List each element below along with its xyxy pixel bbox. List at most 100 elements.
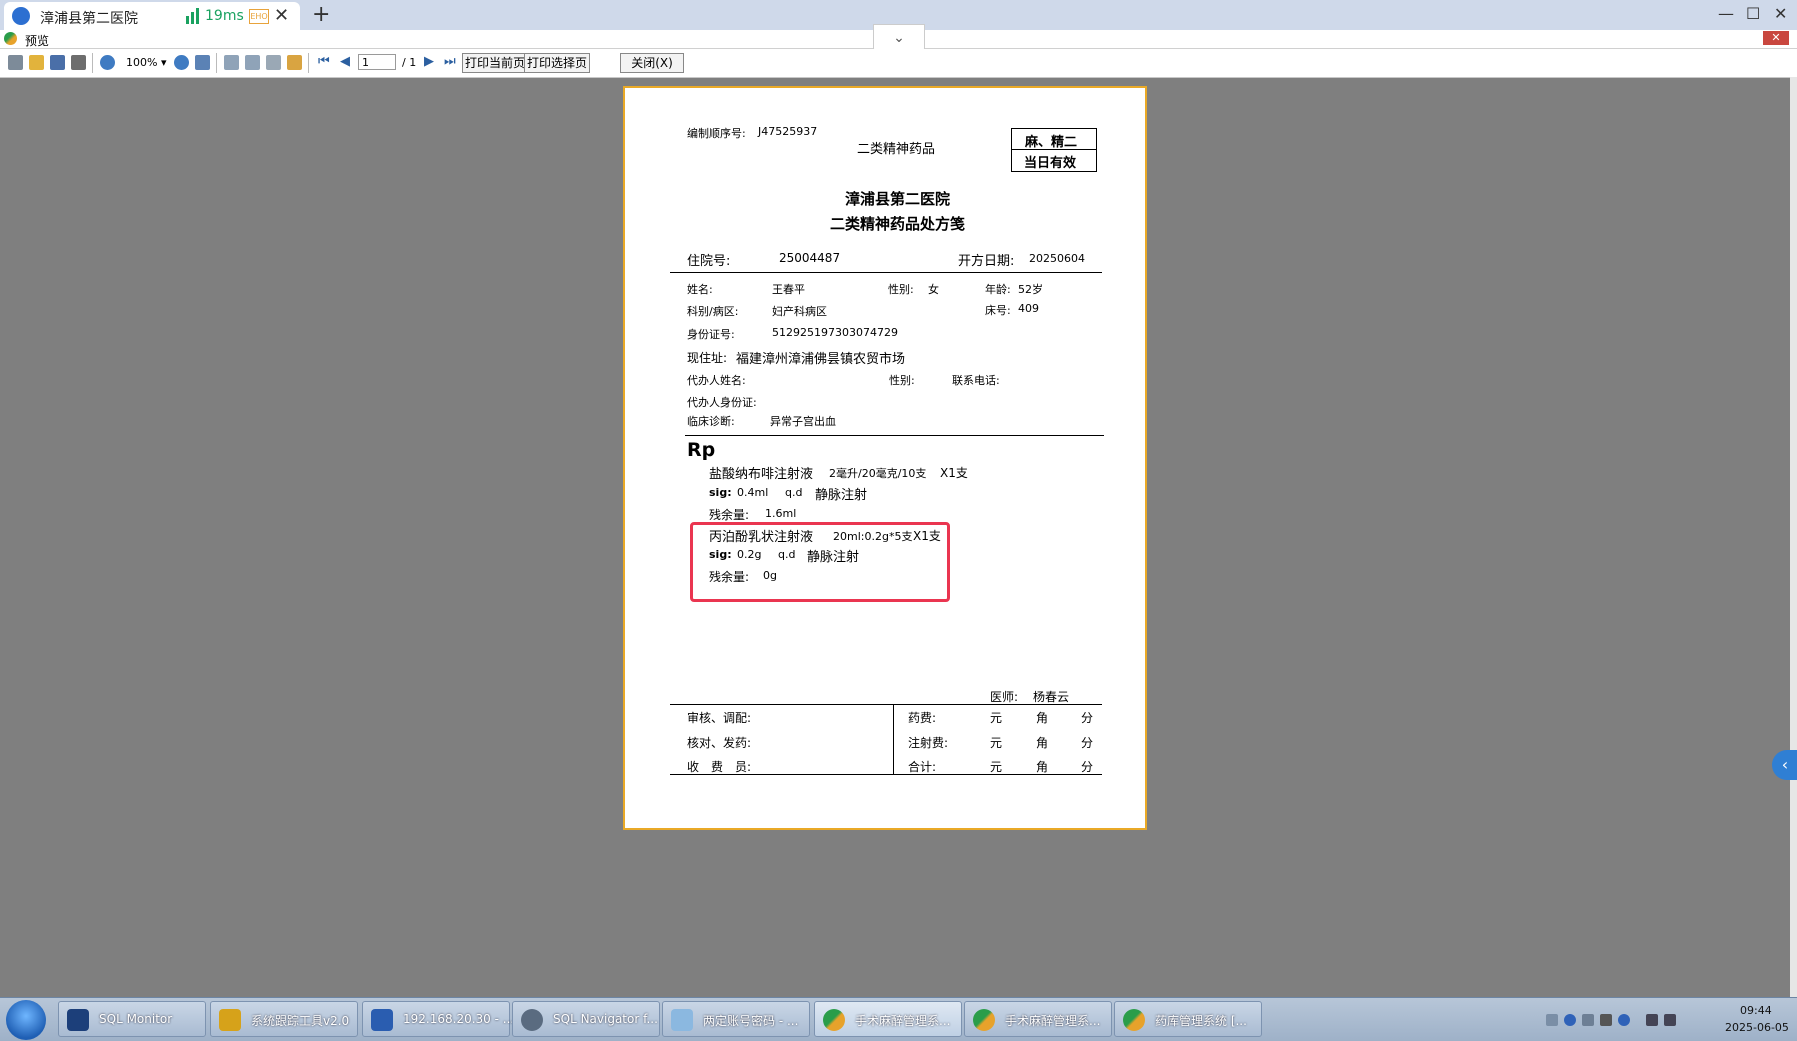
injection-fee-label: 注射费: — [908, 736, 949, 750]
bed-label: 床号: — [985, 304, 1011, 317]
close-preview-button[interactable]: 关闭(X) — [620, 53, 684, 73]
taskbar-item[interactable]: SQL Navigator f... — [512, 1001, 660, 1037]
drug-frequency: q.d — [778, 548, 796, 561]
window-title: 预览 — [25, 34, 50, 48]
address-value: 福建漳州漳浦佛昙镇农贸市场 — [736, 352, 906, 367]
remain-value: 1.6ml — [765, 507, 797, 520]
scrollbar-track[interactable] — [1790, 77, 1797, 997]
fit-page-icon[interactable] — [195, 55, 210, 70]
zoom-out-icon[interactable] — [174, 55, 189, 70]
page-number-input[interactable]: 1 — [358, 54, 396, 70]
divider-line — [670, 272, 1102, 273]
taskbar: SQL Monitor 系统跟踪工具v2.0 192.168.20.30 - .… — [0, 997, 1797, 1041]
taskbar-item-label: SQL Monitor — [99, 1012, 173, 1026]
anesthesia-app-icon — [823, 1009, 845, 1031]
taskbar-item[interactable]: 手术麻醉管理系... — [964, 1001, 1112, 1037]
help-icon[interactable] — [1564, 1014, 1576, 1026]
drug-route: 静脉注射 — [815, 488, 868, 503]
drug-fee-label: 药费: — [908, 711, 937, 725]
two-page-icon[interactable] — [245, 55, 260, 70]
find-icon[interactable] — [71, 55, 86, 70]
dept-label: 科别/病区: — [687, 305, 739, 318]
single-page-icon[interactable] — [224, 55, 239, 70]
trace-tool-icon — [219, 1009, 241, 1031]
drug-frequency: q.d — [785, 486, 803, 499]
jiao-unit: 角 — [1036, 736, 1049, 750]
validity-line2: 当日有效 — [1024, 156, 1077, 171]
review-label: 审核、调配: — [687, 711, 752, 725]
open-folder-icon[interactable] — [29, 55, 44, 70]
prev-page-icon[interactable]: ◀ — [340, 54, 350, 69]
drug-name: 丙泊酚乳状注射液 — [709, 530, 814, 545]
sex-value: 女 — [928, 283, 939, 296]
fen-unit: 分 — [1081, 760, 1094, 774]
taskbar-item[interactable]: SQL Monitor — [58, 1001, 206, 1037]
clock-time[interactable]: 09:44 — [1740, 1004, 1772, 1017]
last-page-icon[interactable]: ⏭ — [444, 54, 456, 69]
validity-line1: 麻、精二 — [1025, 135, 1078, 150]
remain-label: 残余量: — [709, 570, 750, 584]
signal-icon — [186, 8, 199, 24]
pharmacy-app-icon — [1123, 1009, 1145, 1031]
minimize-button[interactable]: — — [1718, 4, 1734, 23]
yuan-unit: 元 — [990, 736, 1003, 750]
date-value: 20250604 — [1029, 252, 1085, 265]
keyboard-icon[interactable] — [1546, 1014, 1558, 1026]
drug-route: 静脉注射 — [807, 550, 860, 565]
jiao-unit: 角 — [1036, 760, 1049, 774]
taskbar-item-label: SQL Navigator f... — [553, 1012, 658, 1026]
agent-sex-label: 性别: — [889, 374, 915, 387]
print-current-page-button[interactable]: 打印当前页 — [462, 53, 528, 73]
agent-name-label: 代办人姓名: — [687, 374, 746, 387]
print-icon[interactable] — [8, 55, 23, 70]
zoom-select[interactable]: 100% ▾ — [126, 56, 166, 69]
start-button[interactable] — [6, 1000, 46, 1040]
side-panel-toggle-button[interactable]: ‹ — [1772, 750, 1797, 780]
save-icon[interactable] — [50, 55, 65, 70]
user-avatar-icon — [12, 7, 30, 25]
date-label: 开方日期: — [958, 254, 1015, 269]
show-hidden-icon[interactable] — [1600, 1014, 1612, 1026]
preview-toolbar: 100% ▾ ⏮ ◀ 1 / 1 ▶ ⏭ 打印当前页 打印选择页 关闭(X) — [0, 49, 1797, 78]
drug-name: 盐酸纳布啡注射液 — [709, 467, 814, 482]
info-icon[interactable] — [1618, 1014, 1630, 1026]
category-heading: 二类精神药品 — [857, 142, 936, 157]
window-close-button[interactable]: ✕ — [1774, 4, 1787, 23]
page-setup-icon[interactable] — [266, 55, 281, 70]
tab-close-icon[interactable]: ✕ — [274, 5, 289, 26]
sql-monitor-icon — [67, 1009, 89, 1031]
age-value: 52岁 — [1018, 283, 1043, 296]
divider-line — [893, 704, 894, 774]
maximize-button[interactable]: ☐ — [1746, 4, 1760, 23]
taskbar-item[interactable]: 药库管理系统 [... — [1114, 1001, 1262, 1037]
serial-value: J47525937 — [758, 125, 818, 138]
taskbar-item-label: 两定账号密码 - ... — [703, 1014, 799, 1028]
browser-tab[interactable]: 漳浦县第二医院 19ms EHO ✕ — [4, 2, 300, 30]
diagnosis-value: 异常子宫出血 — [770, 415, 836, 428]
preview-close-button[interactable]: ✕ — [1763, 31, 1789, 45]
first-page-icon[interactable]: ⏮ — [318, 54, 330, 69]
fen-unit: 分 — [1081, 736, 1094, 750]
next-page-icon[interactable]: ▶ — [424, 54, 434, 69]
sql-navigator-icon — [521, 1009, 543, 1031]
clock-date[interactable]: 2025-06-05 — [1725, 1021, 1789, 1034]
cashier-label: 收 费 员: — [687, 760, 752, 774]
monitor-icon[interactable] — [1664, 1014, 1676, 1026]
name-label: 姓名: — [687, 283, 713, 296]
volume-icon[interactable] — [1646, 1014, 1658, 1026]
new-tab-button[interactable]: + — [312, 2, 330, 27]
doctor-value: 杨春云 — [1033, 690, 1070, 704]
tab-badge-icon: EHO — [249, 9, 269, 24]
taskbar-item[interactable]: 系统跟踪工具v2.0 — [210, 1001, 358, 1037]
edit-icon[interactable] — [287, 55, 302, 70]
zoom-in-icon[interactable] — [100, 55, 115, 70]
taskbar-item[interactable]: 192.168.20.30 - ... — [362, 1001, 514, 1037]
yuan-unit: 元 — [990, 760, 1003, 774]
network-icon[interactable] — [1582, 1014, 1594, 1026]
jiao-unit: 角 — [1036, 711, 1049, 725]
taskbar-item[interactable]: 手术麻醉管理系... — [814, 1001, 962, 1037]
sex-label: 性别: — [888, 283, 914, 296]
rp-heading: Rp — [687, 439, 716, 461]
print-selected-pages-button[interactable]: 打印选择页 — [524, 53, 590, 73]
taskbar-item[interactable]: 两定账号密码 - ... — [662, 1001, 810, 1037]
